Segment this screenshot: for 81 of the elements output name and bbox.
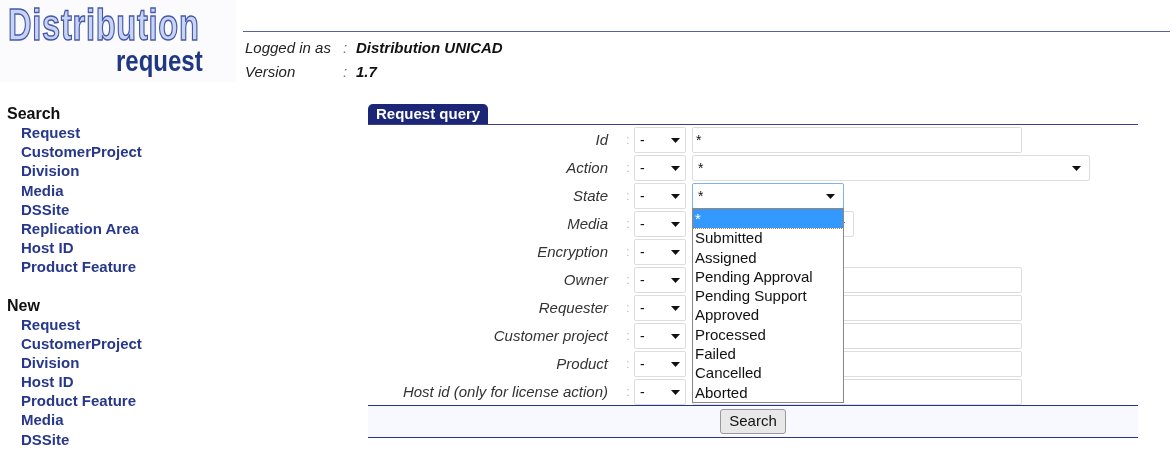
- field-label: Requester: [537, 297, 608, 318]
- separator: :: [626, 271, 631, 290]
- operator-select[interactable]: -: [634, 239, 686, 265]
- caret-icon: [1072, 165, 1081, 171]
- field-label: Customer project: [492, 325, 608, 346]
- sidebar-link[interactable]: Host ID: [21, 239, 74, 257]
- separator: :: [626, 131, 631, 150]
- logo-subtitle: request: [116, 46, 203, 76]
- value-select[interactable]: *: [692, 155, 1090, 181]
- search-button[interactable]: Search: [720, 409, 786, 434]
- field-label: State: [571, 185, 608, 206]
- operator-select[interactable]: -: [634, 211, 686, 237]
- sidebar-link[interactable]: Replication Area: [21, 219, 139, 237]
- operator-select[interactable]: -: [634, 379, 686, 405]
- field-label: Id: [594, 129, 608, 150]
- field-label: Encryption: [536, 241, 608, 262]
- info-label: Version: [245, 61, 297, 82]
- separator: :: [343, 61, 349, 82]
- separator: :: [626, 187, 631, 206]
- value-select[interactable]: *: [692, 183, 844, 209]
- sidebar-link[interactable]: DSSite: [21, 200, 70, 218]
- panel-tab[interactable]: Request query: [368, 104, 489, 124]
- caret-icon: [671, 137, 680, 143]
- sidebar-link[interactable]: CustomerProject: [21, 143, 142, 161]
- operator-select[interactable]: -: [634, 127, 686, 153]
- caret-icon: [671, 333, 680, 339]
- operator-select[interactable]: -: [634, 183, 686, 209]
- sidebar-link[interactable]: DSSite: [21, 430, 70, 448]
- dropdown-option[interactable]: Pending Support: [693, 286, 843, 306]
- separator: :: [626, 327, 631, 346]
- separator: :: [343, 37, 349, 58]
- field-label: Action: [564, 157, 608, 178]
- separator: :: [626, 243, 631, 262]
- dropdown-option[interactable]: Aborted: [693, 382, 843, 402]
- dropdown-option[interactable]: Pending Approval: [693, 266, 843, 287]
- sidebar-link[interactable]: Product Feature: [21, 258, 137, 276]
- caret-icon: [671, 193, 680, 199]
- sidebar-link[interactable]: Division: [21, 353, 80, 371]
- separator: :: [626, 383, 631, 402]
- value-field[interactable]: *: [692, 127, 1022, 153]
- separator: :: [626, 299, 631, 318]
- operator-select[interactable]: -: [634, 267, 686, 293]
- sidebar-link[interactable]: CustomerProject: [21, 334, 142, 352]
- section-heading: Search: [7, 104, 62, 123]
- operator-select[interactable]: -: [634, 351, 686, 377]
- caret-icon: [671, 305, 680, 311]
- caret-icon: [671, 389, 680, 395]
- sidebar-link[interactable]: Host ID: [21, 373, 74, 391]
- operator-select[interactable]: -: [634, 323, 686, 349]
- field-label: Host id (only for license action): [401, 381, 608, 402]
- info-label: Logged in as: [245, 37, 332, 58]
- caret-icon: [671, 249, 680, 255]
- field-label: Owner: [562, 269, 608, 290]
- caret-icon: [671, 277, 680, 283]
- dropdown-option[interactable]: Cancelled: [693, 363, 843, 383]
- dropdown-option[interactable]: Failed: [693, 344, 843, 364]
- field-label: Product: [555, 353, 608, 374]
- sidebar-link[interactable]: Division: [21, 162, 80, 180]
- dropdown-option[interactable]: Approved: [693, 305, 843, 325]
- separator: :: [626, 159, 631, 178]
- caret-icon: [671, 165, 680, 171]
- dropdown-option[interactable]: Assigned: [693, 247, 843, 267]
- operator-select[interactable]: -: [634, 295, 686, 321]
- info-value: 1.7: [356, 61, 377, 82]
- caret-icon: [671, 361, 680, 367]
- separator: :: [626, 355, 631, 374]
- logo-title: Distribution: [8, 4, 200, 46]
- caret-icon: [671, 221, 680, 227]
- info-value: Distribution UNICAD: [356, 37, 503, 58]
- sidebar-link[interactable]: Request: [21, 124, 81, 141]
- operator-select[interactable]: -: [634, 155, 686, 181]
- section-heading: New: [7, 295, 41, 315]
- dropdown-option[interactable]: Processed: [693, 324, 843, 345]
- caret-icon: [826, 193, 835, 199]
- sidebar-link[interactable]: Product Feature: [21, 392, 137, 410]
- dropdown-option[interactable]: Submitted: [693, 228, 843, 248]
- separator: :: [626, 215, 631, 234]
- sidebar-link[interactable]: Media: [21, 411, 64, 429]
- field-label: Media: [566, 213, 608, 234]
- sidebar-link[interactable]: Media: [21, 181, 64, 199]
- sidebar-link[interactable]: Request: [21, 315, 81, 333]
